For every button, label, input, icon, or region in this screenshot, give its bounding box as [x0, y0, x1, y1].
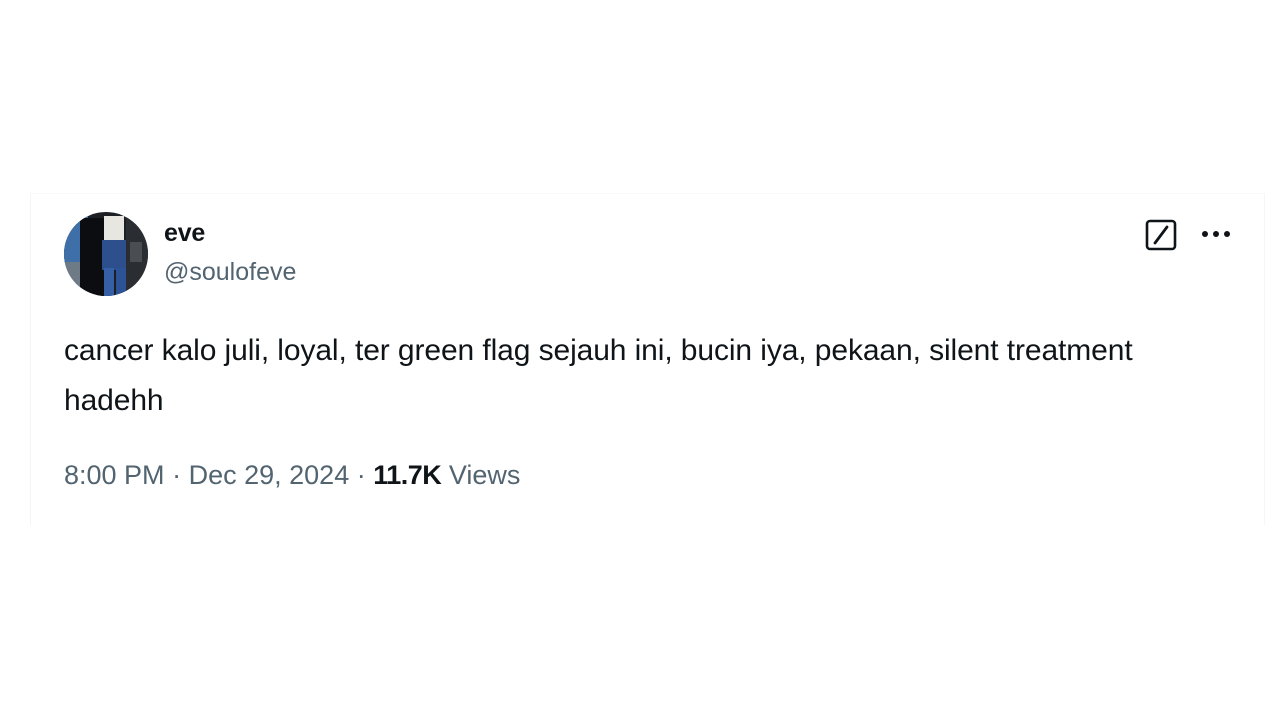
- author-display-name[interactable]: eve: [164, 219, 205, 248]
- grok-icon[interactable]: [1144, 218, 1178, 252]
- tweet-card[interactable]: eve @soulofeve cancer kalo juli, loyal, …: [30, 193, 1265, 525]
- tweet-text: cancer kalo juli, loyal, ter green flag …: [64, 334, 1133, 417]
- avatar-image: [64, 212, 148, 296]
- views-count[interactable]: 11.7K: [373, 460, 442, 490]
- views-label: Views: [448, 460, 521, 490]
- tweet-time[interactable]: 8:00 PM: [64, 460, 165, 490]
- tweet-date[interactable]: Dec 29, 2024: [189, 460, 350, 490]
- meta-separator: ·: [172, 460, 182, 490]
- more-options-icon[interactable]: [1197, 221, 1237, 247]
- author-handle[interactable]: @soulofeve: [164, 258, 296, 287]
- tweet-meta: 8:00 PM · Dec 29, 2024 · 11.7K Views: [64, 460, 520, 491]
- avatar[interactable]: [64, 212, 148, 296]
- meta-separator: ·: [356, 460, 366, 490]
